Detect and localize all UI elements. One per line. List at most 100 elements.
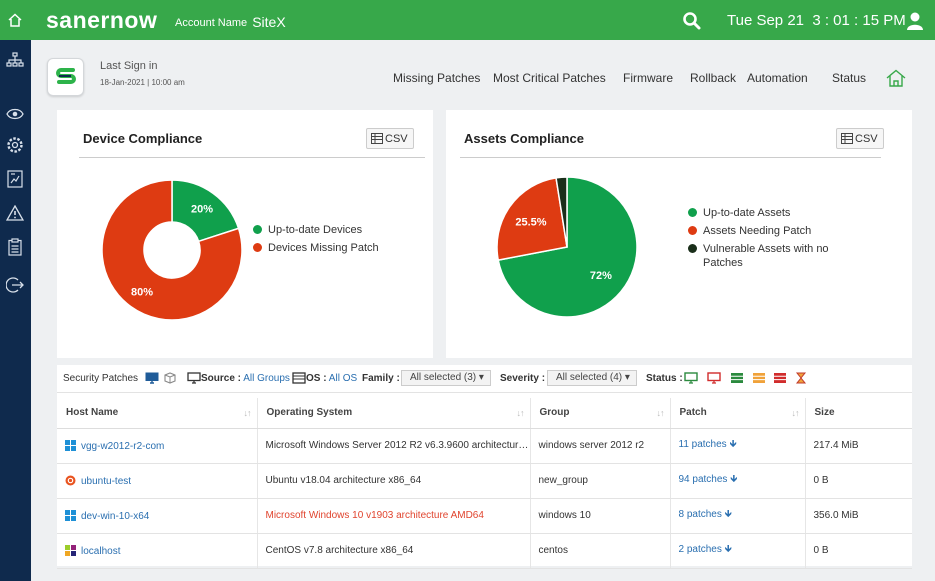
donut-value-label-1: 25.5% [515, 217, 546, 229]
patches-link[interactable]: 2 patches 🡻 [679, 544, 732, 555]
os-cell: CentOS v7.8 architecture x86_64 [257, 533, 531, 569]
severity-value: All selected (4) [556, 372, 623, 383]
patch-cell: 8 patches 🡻 [670, 498, 806, 534]
home-icon[interactable] [886, 69, 906, 87]
ubuntu-icon [65, 475, 76, 485]
column-header-host[interactable]: Host Name ↓↑ [57, 398, 258, 429]
nav-status[interactable]: Status [832, 71, 866, 85]
legend-swatch [688, 244, 697, 253]
status-label-text: Status : [646, 373, 683, 384]
account-label: Account Name [175, 17, 248, 29]
sort-icon[interactable]: ↓↑ [517, 408, 525, 418]
host-link[interactable]: ubuntu-test [81, 476, 131, 487]
nav-missing-patches[interactable]: Missing Patches [393, 71, 480, 85]
legend-label: Devices Missing Patch [268, 242, 379, 254]
gear-icon[interactable] [5, 135, 25, 155]
status-pending-icon[interactable] [752, 372, 766, 384]
donut-value-label-0: 72% [590, 270, 612, 282]
status-online-icon[interactable] [684, 372, 698, 384]
last-sign-label: Last Sign in [100, 60, 158, 72]
clipboard-icon[interactable] [5, 237, 25, 257]
host-link[interactable]: dev-win-10-x64 [81, 511, 149, 522]
host-link[interactable]: vgg-w2012-r2-com [81, 441, 164, 452]
sort-icon[interactable]: ↓↑ [657, 408, 665, 418]
status-up-to-date-icon[interactable] [730, 372, 744, 384]
assets-compliance-donut: 72% 25.5% [496, 176, 638, 318]
nav-rollback[interactable]: Rollback [690, 71, 736, 85]
device-compliance-donut: 20% 80% [101, 179, 243, 321]
device-compliance-card: Device Compliance CSV 20% 80% Up-to-date … [57, 110, 433, 358]
patches-link[interactable]: 8 patches 🡻 [679, 509, 732, 520]
legend-up-to-date-devices[interactable]: Up-to-date Devices [253, 223, 362, 237]
severity-dropdown[interactable]: All selected (4) ▾ [547, 370, 637, 386]
last-sign-date: 18-Jan-2021 | 10:00 am [100, 78, 185, 87]
table-header-row: Host Name ↓↑ Operating System ↓↑ Group ↓↑ P… [57, 398, 912, 429]
legend-label: Up-to-date Assets [703, 207, 791, 219]
table-row: ubuntu-test Ubuntu v18.04 architecture x… [57, 463, 912, 499]
group-cell: windows 10 [530, 498, 671, 534]
legend-assets-needing-patch[interactable]: Assets Needing Patch [688, 224, 811, 238]
assets-compliance-card: Assets Compliance CSV 72% 25.5% Up-to-dat… [446, 110, 912, 358]
monitor-icon[interactable] [145, 372, 159, 384]
family-dropdown[interactable]: All selected (3) ▾ [401, 370, 491, 386]
size-cell: 356.0 MiB [805, 498, 912, 534]
status-critical-icon[interactable] [773, 372, 787, 384]
column-header-patch[interactable]: Patch ↓↑ [670, 398, 806, 429]
os-cell: Ubuntu v18.04 architecture x86_64 [257, 463, 531, 499]
nav-firmware[interactable]: Firmware [623, 71, 673, 85]
column-header-os[interactable]: Operating System ↓↑ [257, 398, 531, 429]
size-cell: 217.4 MiB [805, 428, 912, 464]
legend-swatch [253, 225, 262, 234]
legend-devices-missing-patch[interactable]: Devices Missing Patch [253, 241, 379, 255]
legend-swatch [688, 226, 697, 235]
legend-swatch [253, 243, 262, 252]
severity-label-text: Severity : [500, 373, 546, 384]
source-filter[interactable]: Source : All Groups [201, 373, 290, 384]
severity-label: Severity : [500, 373, 545, 384]
server-icon[interactable] [163, 372, 177, 384]
patches-link[interactable]: 11 patches 🡻 [679, 439, 737, 450]
group-cell: new_group [530, 463, 671, 499]
nav-automation[interactable]: Automation [747, 71, 808, 85]
os-filter[interactable]: OS : All OS [306, 373, 357, 384]
report-icon[interactable] [5, 169, 25, 189]
logout-icon[interactable] [5, 275, 25, 295]
table-row: vgg-w2012-r2-com Microsoft Windows Serve… [57, 428, 912, 464]
hourglass-icon[interactable] [794, 372, 808, 384]
host-cell: dev-win-10-x64 [57, 498, 258, 534]
network-icon[interactable] [5, 50, 25, 70]
eye-icon[interactable] [5, 104, 25, 124]
host-cell: ubuntu-test [57, 463, 258, 499]
column-label: Patch [679, 407, 707, 419]
table-row: dev-win-10-x64 Microsoft Windows 10 v190… [57, 498, 912, 534]
account-name: Account Name SiteX [175, 13, 286, 30]
legend-up-to-date-assets[interactable]: Up-to-date Assets [688, 206, 790, 220]
column-label: Host Name [66, 407, 119, 419]
column-header-group[interactable]: Group ↓↑ [530, 398, 671, 429]
home-icon[interactable] [0, 0, 30, 40]
user-icon[interactable] [906, 11, 924, 31]
chevron-down-icon: ▾ [478, 372, 484, 383]
sort-icon[interactable]: ↓↑ [244, 408, 252, 418]
windows-icon [65, 439, 76, 451]
nav-most-critical-patches[interactable]: Most Critical Patches [493, 71, 606, 85]
download-icon: 🡻 [729, 439, 737, 450]
top-bar: sanernow Account Name SiteX Tue Sep 21 3… [0, 0, 935, 40]
status-offline-icon[interactable] [707, 372, 721, 384]
column-label: Group [539, 407, 570, 419]
host-link[interactable]: localhost [81, 546, 120, 557]
host-cell: vgg-w2012-r2-com [57, 428, 258, 464]
warning-icon[interactable] [5, 203, 25, 223]
source-value: All Groups [243, 373, 290, 384]
legend-label: Up-to-date Devices [268, 224, 363, 236]
os-cell: Microsoft Windows Server 2012 R2 v6.3.96… [257, 428, 531, 464]
account-value: SiteX [252, 14, 286, 30]
sort-icon[interactable]: ↓↑ [792, 408, 800, 418]
source-label: Source : [201, 373, 242, 384]
legend-vulnerable-assets-no-patches[interactable]: Vulnerable Assets with no Patches [688, 242, 838, 270]
patch-cell: 2 patches 🡻 [670, 533, 806, 569]
search-icon[interactable] [682, 11, 702, 31]
column-header-size[interactable]: Size [805, 398, 912, 429]
size-cell: 0 B [805, 533, 912, 569]
patches-link[interactable]: 94 patches 🡻 [679, 474, 738, 485]
